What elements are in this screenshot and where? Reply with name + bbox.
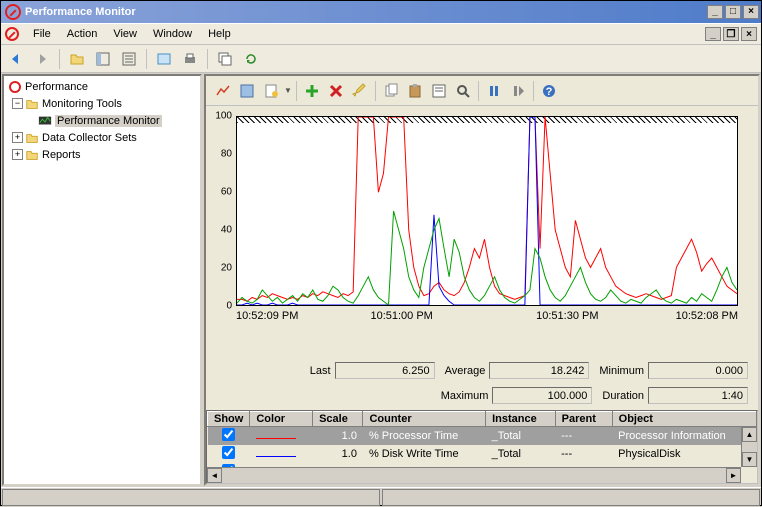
menu-help[interactable]: Help <box>200 26 239 42</box>
mdi-close-button[interactable]: × <box>741 27 757 41</box>
back-button[interactable] <box>5 48 27 70</box>
help-button[interactable]: ? <box>538 80 560 102</box>
svg-text:?: ? <box>546 86 553 98</box>
maximize-button[interactable]: □ <box>725 5 741 19</box>
tree-monitoring-tools[interactable]: − Monitoring Tools <box>4 95 200 112</box>
navigation-tree[interactable]: Performance − Monitoring Tools Performan… <box>2 74 202 486</box>
title-bar: Performance Monitor _ □ × <box>1 1 761 23</box>
properties-button[interactable] <box>118 48 140 70</box>
expand-icon[interactable]: + <box>12 149 23 160</box>
collapse-icon[interactable]: − <box>12 98 23 109</box>
window-title: Performance Monitor <box>25 6 136 18</box>
stats-panel: Last6.250 Average18.242 Minimum0.000 Max… <box>206 360 758 410</box>
horizontal-scrollbar[interactable]: ◄► <box>207 467 741 483</box>
tree-root[interactable]: Performance <box>4 78 200 95</box>
stat-maximum: 100.000 <box>492 387 592 404</box>
paste-button[interactable] <box>404 80 426 102</box>
menu-action[interactable]: Action <box>59 26 106 42</box>
close-button[interactable]: × <box>743 5 759 19</box>
performance-chart[interactable]: 020406080100 10:52:09 PM10:51:00 PM10:51… <box>206 106 758 360</box>
view-histogram-button[interactable] <box>236 80 258 102</box>
expand-icon[interactable]: + <box>12 132 23 143</box>
menu-file[interactable]: File <box>25 26 59 42</box>
open-folder-button[interactable] <box>66 48 88 70</box>
tree-performance-monitor[interactable]: Performance Monitor <box>4 112 200 129</box>
freeze-button[interactable] <box>483 80 505 102</box>
new-window-button[interactable] <box>214 48 236 70</box>
add-counter-button[interactable] <box>301 80 323 102</box>
highlight-button[interactable] <box>349 80 371 102</box>
stat-average: 18.242 <box>489 362 589 379</box>
stat-minimum: 0.000 <box>648 362 748 379</box>
app-icon <box>5 4 21 20</box>
stat-last: 6.250 <box>335 362 435 379</box>
view-graph-button[interactable] <box>212 80 234 102</box>
status-bar <box>1 487 761 507</box>
tree-data-collector-sets[interactable]: + Data Collector Sets <box>4 129 200 146</box>
show-checkbox[interactable] <box>222 428 235 441</box>
copy-button[interactable] <box>380 80 402 102</box>
folder-icon <box>25 97 39 111</box>
folder-icon <box>25 148 39 162</box>
monitor-icon <box>38 114 52 128</box>
menu-view[interactable]: View <box>105 26 145 42</box>
folder-icon <box>25 131 39 145</box>
show-hide-tree-button[interactable] <box>92 48 114 70</box>
refresh-button[interactable] <box>240 48 262 70</box>
view-report-button[interactable] <box>260 80 282 102</box>
update-button[interactable] <box>507 80 529 102</box>
vertical-scrollbar[interactable]: ▲▼ <box>741 427 757 467</box>
stat-duration: 1:40 <box>648 387 748 404</box>
minimize-button[interactable]: _ <box>707 5 723 19</box>
menu-window[interactable]: Window <box>145 26 200 42</box>
main-toolbar <box>1 45 761 73</box>
mdi-minimize-button[interactable]: _ <box>705 27 721 41</box>
counters-table[interactable]: ShowColorScaleCounterInstanceParentObjec… <box>206 410 758 484</box>
properties2-button[interactable] <box>428 80 450 102</box>
forward-button[interactable] <box>31 48 53 70</box>
performance-icon <box>8 80 22 94</box>
table-row[interactable]: 1.0% Disk Write Time_Total---PhysicalDis… <box>208 445 757 463</box>
delete-counter-button[interactable] <box>325 80 347 102</box>
table-row[interactable]: 1.0% Processor Time_Total---Processor In… <box>208 427 757 446</box>
show-checkbox[interactable] <box>222 446 235 459</box>
mdi-restore-button[interactable]: ❐ <box>723 27 739 41</box>
menu-bar: File Action View Window Help _ ❐ × <box>1 23 761 45</box>
zoom-button[interactable] <box>452 80 474 102</box>
export-button[interactable] <box>153 48 175 70</box>
chart-toolbar: ▼ ? <box>206 76 758 106</box>
print-button[interactable] <box>179 48 201 70</box>
tree-reports[interactable]: + Reports <box>4 146 200 163</box>
mdi-app-icon[interactable] <box>5 27 19 41</box>
